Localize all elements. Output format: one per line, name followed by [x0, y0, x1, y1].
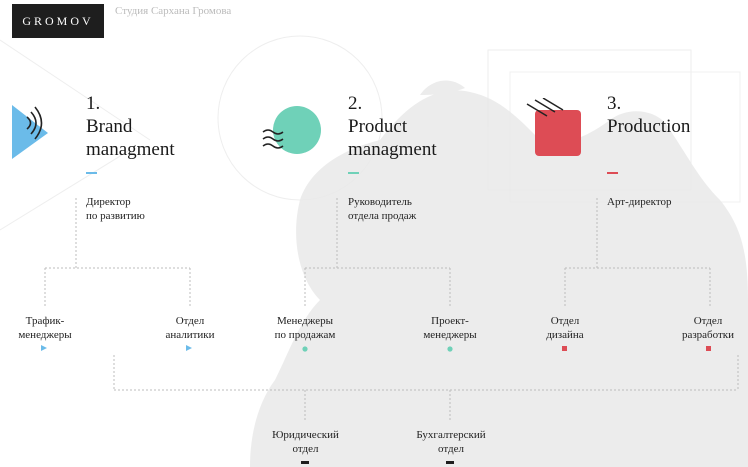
dept-line1: Отдел	[550, 315, 580, 327]
dept-design[interactable]: Отдел дизайна	[525, 314, 605, 342]
dept-line2: аналитики	[165, 329, 215, 341]
dept-line2: дизайна	[546, 329, 584, 341]
dept-traffic[interactable]: Трафик- менеджеры	[5, 314, 85, 342]
dept-line1: Проект-	[431, 315, 469, 327]
dept-line2: менеджеры	[18, 329, 72, 341]
bar-marker-icon	[446, 461, 454, 464]
triangle-marker-icon	[186, 345, 192, 351]
triangle-marker-icon	[41, 345, 47, 351]
dept-accounting[interactable]: Бухгалтерский отдел	[402, 428, 500, 456]
dot-marker-icon	[447, 346, 453, 352]
square-marker-icon	[562, 346, 567, 351]
dept-line1: Отдел	[175, 315, 205, 327]
org-connectors	[44, 198, 739, 420]
dept-line2: менеджеры	[423, 329, 477, 341]
dot-marker-icon	[302, 346, 308, 352]
square-marker-icon	[706, 346, 711, 351]
dept-line1: Юридический	[272, 429, 339, 441]
bar-marker-icon	[301, 461, 309, 464]
dept-development[interactable]: Отдел разработки	[668, 314, 748, 342]
dept-legal[interactable]: Юридический отдел	[258, 428, 353, 456]
dept-line1: Трафик-	[25, 315, 65, 327]
dept-line1: Менеджеры	[277, 315, 333, 327]
dept-line2: отдел	[438, 443, 464, 455]
dept-line2: отдел	[292, 443, 319, 455]
dept-analytics[interactable]: Отдел аналитики	[150, 314, 230, 342]
dept-line1: Бухгалтерский	[416, 429, 486, 441]
dept-line2: разработки	[681, 329, 735, 341]
dept-line1: Отдел	[693, 315, 723, 327]
dept-project-managers[interactable]: Проект- менеджеры	[410, 314, 490, 342]
dept-line2: по продажам	[274, 329, 336, 341]
dept-sales-managers[interactable]: Менеджеры по продажам	[262, 314, 348, 342]
